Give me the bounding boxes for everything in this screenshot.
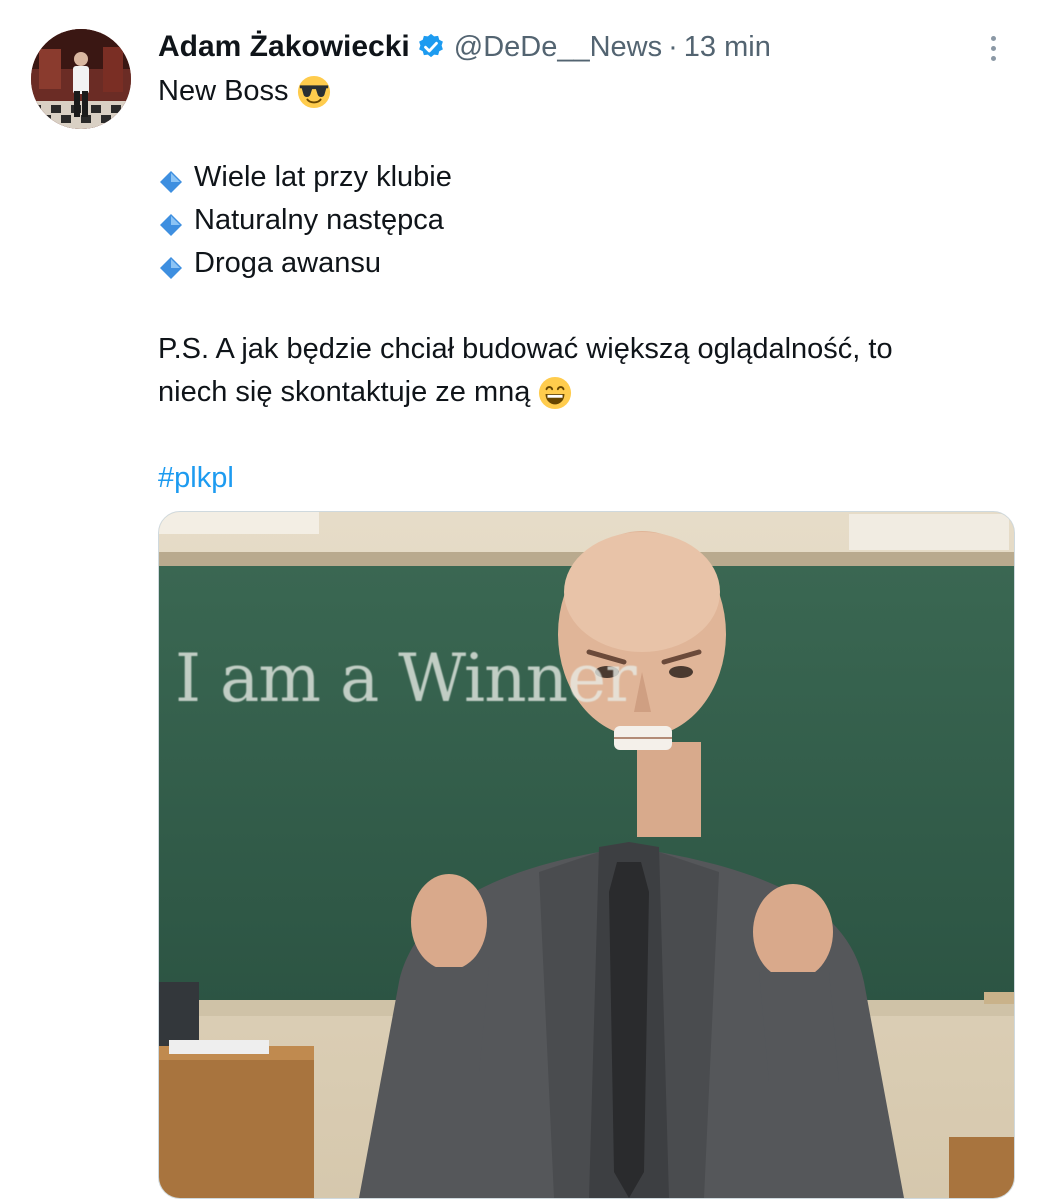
tweet-timestamp[interactable]: 13 min	[684, 31, 771, 64]
tweet-body: New Boss Wiele lat przy klubie Naturalny…	[158, 70, 1008, 500]
tweet-line-text: niech się skontaktuje ze mną	[158, 376, 531, 408]
small-blue-diamond-icon	[158, 251, 184, 279]
tweet-line-text: Droga awansu	[194, 247, 381, 279]
author-avatar[interactable]	[31, 29, 131, 129]
smiling-face-with-sunglasses-icon	[297, 75, 331, 109]
header-separator: ·	[668, 30, 678, 63]
tweet-line: #plkpl	[158, 457, 1008, 500]
tweet-line: niech się skontaktuje ze mną	[158, 371, 1008, 414]
beaming-face-icon	[538, 376, 572, 410]
tweet-line: Droga awansu	[158, 242, 1008, 285]
small-blue-diamond-icon	[158, 165, 184, 193]
verified-badge-icon[interactable]	[416, 32, 446, 62]
tweet-line	[158, 285, 1008, 328]
tweet-line-text: Wiele lat przy klubie	[194, 161, 452, 193]
tweet-line: Naturalny następca	[158, 199, 1008, 242]
tweet-line: P.S. A jak będzie chciał budować większą…	[158, 328, 1008, 371]
tweet-line: Wiele lat przy klubie	[158, 156, 1008, 199]
more-dot-icon	[990, 45, 996, 51]
tweet-line	[158, 113, 1008, 156]
more-dot-icon	[990, 55, 996, 61]
tweet-line-text: New Boss	[158, 75, 289, 107]
hashtag-link[interactable]: #plkpl	[158, 457, 234, 500]
author-handle[interactable]: @DeDe__News	[454, 31, 662, 64]
more-options-button[interactable]	[976, 30, 1010, 66]
tweet-line-text: P.S. A jak będzie chciał budować większą…	[158, 333, 893, 365]
chalkboard-text: I am a Winner	[175, 640, 637, 717]
author-name[interactable]: Adam Żakowiecki	[158, 30, 410, 64]
more-dot-icon	[990, 35, 996, 41]
tweet-line	[158, 414, 1008, 457]
tweet-line: New Boss	[158, 70, 1008, 113]
small-blue-diamond-icon	[158, 208, 184, 236]
tweet-header: Adam Żakowiecki @DeDe__News · 13 min	[158, 26, 771, 68]
tweet-image[interactable]: I am a Winner	[158, 511, 1015, 1199]
tweet-line-text: Naturalny następca	[194, 204, 444, 236]
